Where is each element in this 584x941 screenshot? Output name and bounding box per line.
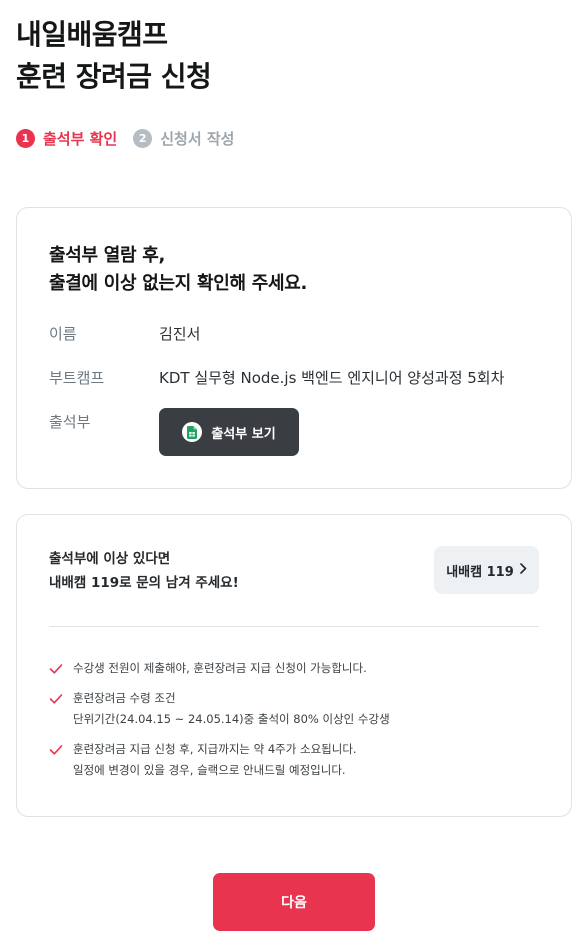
notice-line: 수강생 전원이 제출해야, 훈련장려금 지급 신청이 가능합니다. <box>73 661 367 675</box>
chevron-right-icon <box>519 562 527 578</box>
attendance-card: 출석부 열람 후, 출결에 이상 없는지 확인해 주세요. 이름 김진서 부트캠… <box>16 207 572 489</box>
help-119-label: 내배캠 119 <box>446 564 514 580</box>
page-title: 내일배움캠프 훈련 장려금 신청 <box>16 14 212 98</box>
step-application-form: 2 신청서 작성 <box>133 128 234 149</box>
notice-text: 훈련장려금 수령 조건 단위기간(24.04.15 ~ 24.05.14)중 출… <box>73 688 390 730</box>
attendance-card-heading: 출석부 열람 후, 출결에 이상 없는지 확인해 주세요. <box>49 242 307 298</box>
notice-line: 훈련장려금 지급 신청 후, 지급까지는 약 4주가 소요됩니다. <box>73 742 357 756</box>
info-label: 출석부 <box>49 413 91 431</box>
heading-line1: 출석부 열람 후, <box>49 245 166 266</box>
info-value-bootcamp: KDT 실무형 Node.js 백엔드 엔지니어 양성과정 5회차 <box>159 369 505 387</box>
notice-text: 수강생 전원이 제출해야, 훈련장려금 지급 신청이 가능합니다. <box>73 658 367 679</box>
heading-line2: 출결에 이상 없는지 확인해 주세요. <box>49 273 308 294</box>
step-number-badge: 2 <box>133 128 153 148</box>
info-row-attendance: 출석부 <box>49 412 159 432</box>
notice-line: 단위기간(24.04.15 ~ 24.05.14)중 출석이 80% 이상인 수… <box>73 712 390 726</box>
notice-item: 수강생 전원이 제출해야, 훈련장려금 지급 신청이 가능합니다. <box>49 659 539 679</box>
page-title-line1: 내일배움캠프 <box>16 18 168 51</box>
step-label: 출석부 확인 <box>43 129 118 148</box>
view-attendance-button[interactable]: 출석부 보기 <box>159 408 299 456</box>
divider <box>49 626 539 627</box>
help-119-button[interactable]: 내배캠 119 <box>434 546 539 594</box>
help-card-text: 출석부에 이상 있다면 내배캠 119로 문의 남겨 주세요! <box>49 547 239 595</box>
info-row-bootcamp: 부트캠프 KDT 실무형 Node.js 백엔드 엔지니어 양성과정 5회차 <box>49 368 504 388</box>
info-row-name: 이름 김진서 <box>49 324 200 344</box>
notice-text: 훈련장려금 지급 신청 후, 지급까지는 약 4주가 소요됩니다. 일정에 변경… <box>73 739 357 781</box>
notice-line: 훈련장려금 수령 조건 <box>73 691 176 705</box>
info-label: 이름 <box>49 325 77 343</box>
help-text-line1: 출석부에 이상 있다면 <box>49 551 171 567</box>
view-attendance-label: 출석부 보기 <box>211 426 276 442</box>
step-indicator: 1 출석부 확인 2 신청서 작성 <box>16 128 250 148</box>
step-attendance-check: 1 출석부 확인 <box>16 128 117 149</box>
spreadsheet-doc-icon <box>182 422 203 442</box>
notice-item: 훈련장려금 수령 조건 단위기간(24.04.15 ~ 24.05.14)중 출… <box>49 689 539 730</box>
step-number-badge: 1 <box>16 128 35 148</box>
check-icon <box>49 694 63 704</box>
next-button[interactable]: 다음 <box>213 873 375 931</box>
help-text-line2: 내배캠 119로 문의 남겨 주세요! <box>49 575 239 591</box>
check-icon <box>49 664 63 674</box>
notice-list: 수강생 전원이 제출해야, 훈련장려금 지급 신청이 가능합니다. 훈련장려금 … <box>49 659 539 791</box>
check-icon <box>49 745 63 755</box>
notice-item: 훈련장려금 지급 신청 후, 지급까지는 약 4주가 소요됩니다. 일정에 변경… <box>49 740 539 781</box>
notice-line: 일정에 변경이 있을 경우, 슬랙으로 안내드릴 예정입니다. <box>73 763 346 777</box>
page-title-line2: 훈련 장려금 신청 <box>16 60 212 93</box>
step-label: 신청서 작성 <box>160 129 235 148</box>
info-label: 부트캠프 <box>49 369 105 387</box>
info-value-name: 김진서 <box>159 325 201 343</box>
help-card: 출석부에 이상 있다면 내배캠 119로 문의 남겨 주세요! 내배캠 119 … <box>16 514 572 817</box>
